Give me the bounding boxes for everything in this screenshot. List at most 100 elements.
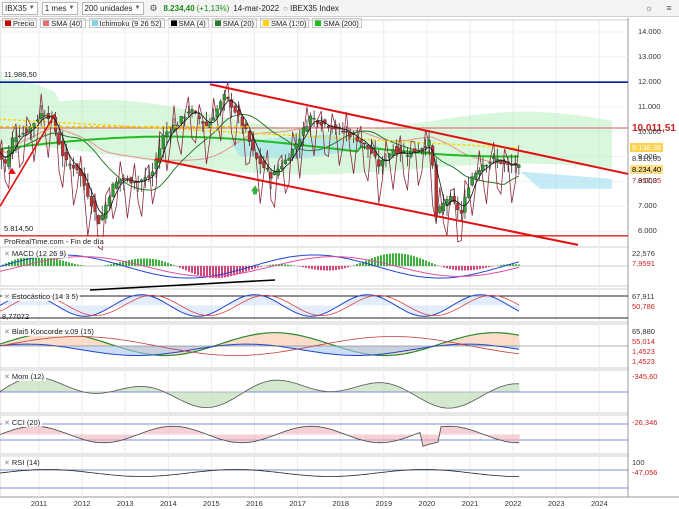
x-axis-label: 2017 bbox=[289, 499, 306, 508]
candle-body bbox=[100, 214, 104, 221]
indicator-label[interactable]: ✕ Blai5 Koncorde v.09 (15) bbox=[2, 327, 96, 336]
candle-body bbox=[3, 159, 7, 164]
candle-body bbox=[326, 125, 331, 129]
candle-body bbox=[477, 170, 481, 175]
close-icon[interactable]: ✕ bbox=[4, 373, 10, 381]
candle-body bbox=[147, 175, 151, 178]
candle-body bbox=[377, 159, 381, 167]
candle-body bbox=[25, 129, 29, 134]
candle-body bbox=[438, 206, 442, 213]
candle-body bbox=[215, 108, 219, 117]
candle-body bbox=[387, 153, 392, 158]
candle-body bbox=[283, 159, 287, 164]
candle-body bbox=[488, 162, 492, 164]
chart-canvas[interactable] bbox=[0, 0, 679, 509]
candle-body bbox=[359, 139, 363, 143]
candle-body bbox=[125, 178, 129, 180]
indicator-value: -26,346 bbox=[632, 418, 658, 427]
candle-body bbox=[154, 159, 158, 169]
price-axis-label: 12.000 bbox=[638, 76, 661, 86]
candle-body bbox=[204, 121, 208, 127]
price-axis-label: 9.000 bbox=[638, 151, 657, 161]
indicator-name: Blai5 Koncorde v.09 (15) bbox=[11, 327, 94, 336]
candle-body bbox=[391, 149, 395, 156]
candle-body bbox=[132, 181, 137, 184]
candle-body bbox=[247, 130, 252, 142]
candle-body bbox=[226, 97, 230, 100]
candle-body bbox=[39, 113, 43, 120]
close-icon[interactable]: ✕ bbox=[4, 250, 10, 258]
candle-body bbox=[366, 144, 370, 150]
price-axis-label: 6.000 bbox=[638, 226, 657, 236]
ichimoku-cloud bbox=[0, 71, 612, 175]
x-axis-label: 2020 bbox=[418, 499, 436, 508]
low-label: 5.814,50 bbox=[2, 224, 36, 233]
candle-body bbox=[420, 148, 424, 150]
candle-body bbox=[165, 131, 169, 137]
candle-body bbox=[46, 113, 50, 120]
candle-body bbox=[466, 187, 471, 198]
close-icon[interactable]: ✕ bbox=[4, 459, 10, 467]
x-axis-label: 2021 bbox=[461, 499, 479, 508]
candle-body bbox=[21, 133, 25, 135]
indicator-label[interactable]: ✕ MACD (12 26 9) bbox=[2, 249, 69, 258]
x-axis-label: 2023 bbox=[547, 499, 565, 508]
candle-body bbox=[71, 164, 76, 169]
indicator-name: MACD (12 26 9) bbox=[11, 249, 67, 258]
candle-body bbox=[35, 119, 40, 122]
candle-body bbox=[183, 116, 187, 119]
price-axis-label: 13.000 bbox=[638, 51, 661, 61]
source-label: ProRealTime.com - Fin de día bbox=[2, 237, 106, 246]
candle-body bbox=[452, 196, 456, 203]
candle-body bbox=[107, 197, 111, 207]
x-axis-label: 2022 bbox=[504, 499, 522, 508]
candle-body bbox=[104, 204, 108, 219]
candle-body bbox=[14, 137, 18, 143]
candle-body bbox=[61, 140, 65, 157]
high-label: 11.986,50 bbox=[2, 70, 39, 79]
candle-body bbox=[341, 130, 345, 133]
indicator-value: 22,576 bbox=[632, 249, 655, 258]
candle-body bbox=[308, 115, 313, 125]
candle-body bbox=[143, 177, 147, 181]
candle-body bbox=[355, 136, 359, 142]
indicator-value: -47,056 bbox=[632, 468, 658, 477]
candle-body bbox=[186, 111, 191, 114]
candle-body bbox=[201, 121, 205, 124]
candle-body bbox=[251, 140, 255, 151]
candle-body bbox=[161, 135, 165, 150]
price-axis-label: 14.000 bbox=[638, 27, 661, 36]
indicator-label[interactable]: ✕ RSI (14) bbox=[2, 458, 42, 467]
indicator-name: Estocástico (14 3 5) bbox=[11, 292, 79, 301]
candle-body bbox=[405, 155, 410, 157]
close-icon[interactable]: ✕ bbox=[4, 328, 10, 336]
price-axis-label: 8.000 bbox=[638, 176, 657, 186]
macd-line bbox=[0, 254, 520, 279]
candle-body bbox=[294, 143, 298, 150]
close-icon[interactable]: ✕ bbox=[4, 293, 10, 301]
x-axis-label: 2013 bbox=[116, 499, 134, 508]
indicator-name: RSI (14) bbox=[11, 458, 40, 467]
candle-body bbox=[89, 196, 94, 207]
candle-body bbox=[233, 105, 237, 113]
candle-body bbox=[362, 142, 367, 145]
candle-body bbox=[474, 172, 478, 179]
candle-body bbox=[122, 177, 126, 180]
candle-body bbox=[190, 109, 194, 114]
price-axis-label: 7.000 bbox=[638, 201, 657, 211]
candle-body bbox=[427, 139, 431, 147]
candle-body bbox=[492, 157, 496, 159]
close-icon[interactable]: ✕ bbox=[4, 419, 10, 427]
candle-body bbox=[484, 165, 489, 167]
indicator-label[interactable]: ✕ CCI (20) bbox=[2, 418, 43, 427]
indicator-label[interactable]: ✕ Estocástico (14 3 5) bbox=[2, 292, 81, 301]
rsi-line bbox=[0, 469, 519, 477]
x-axis-label: 2011 bbox=[30, 499, 48, 508]
candle-body bbox=[219, 101, 223, 110]
indicator-label[interactable]: ✕ Mom (12) bbox=[2, 372, 46, 381]
x-axis-label: 2012 bbox=[73, 499, 91, 508]
candle-body bbox=[240, 117, 244, 127]
pane-frame bbox=[0, 455, 629, 498]
indicator-left-value: 8,77072 bbox=[2, 312, 30, 321]
candle-body bbox=[114, 181, 119, 189]
